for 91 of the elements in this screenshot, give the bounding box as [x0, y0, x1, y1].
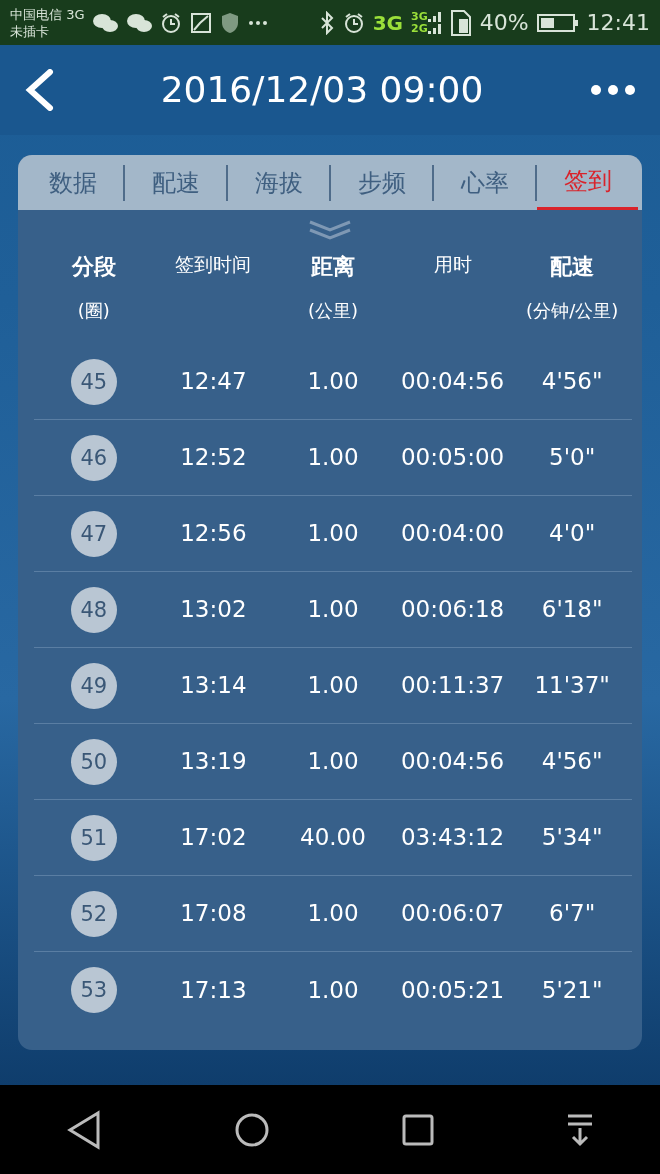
network-type-text: 3G: [411, 10, 428, 23]
back-icon: [24, 69, 54, 111]
table-cell: 17:13: [180, 976, 247, 1003]
signal-icon: [427, 9, 442, 36]
table-cell: 13:14: [180, 672, 247, 699]
lap-number: 46: [70, 434, 117, 481]
table-cell: 00:04:56: [400, 748, 505, 775]
column-header: 距离: [310, 253, 356, 281]
lap-number: 49: [70, 662, 117, 709]
alarm-icon: [160, 11, 183, 34]
table-cell: 40.00: [300, 824, 366, 851]
table-cell: 00:11:37: [400, 672, 505, 699]
lap-number: 53: [70, 967, 117, 1013]
image-icon: [190, 11, 213, 34]
table-cell: 1.00: [307, 520, 359, 547]
alarm-icon: [342, 11, 365, 34]
column-header: 分段: [70, 253, 117, 281]
square-icon: [402, 1113, 434, 1146]
network-type-text: 2G: [411, 22, 428, 35]
more-icon: [590, 83, 636, 97]
table-cell: 12:47: [180, 368, 247, 395]
recents-button[interactable]: [402, 1113, 434, 1146]
home-button[interactable]: [234, 1111, 270, 1148]
tab[interactable]: 海拔: [228, 155, 329, 210]
table-cell: 1.00: [307, 444, 359, 471]
triangle-icon: [66, 1109, 102, 1150]
table-cell: 5'21": [541, 976, 603, 1003]
table-cell: 5'34": [541, 824, 603, 851]
table-cell: 13:02: [180, 596, 247, 623]
lap-number: 48: [70, 586, 117, 633]
bluetooth-icon: [318, 10, 335, 35]
battery-icon: [536, 11, 579, 34]
tab[interactable]: 数据: [22, 155, 123, 210]
network-type-text: 3G: [372, 9, 403, 37]
table-cell: 12:52: [180, 444, 247, 471]
table-cell: 1.00: [307, 672, 359, 699]
table-cell: 6'18": [541, 596, 603, 623]
lap-number: 45: [70, 358, 117, 405]
table-cell: 4'56": [541, 368, 603, 395]
table-cell: 4'0": [549, 520, 596, 547]
tab[interactable]: 心率: [434, 155, 535, 210]
column-header: 配速: [549, 253, 596, 281]
table-cell: 00:05:21: [400, 976, 505, 1003]
table-cell: 00:04:00: [400, 520, 505, 547]
table-cell: 00:04:56: [400, 368, 505, 395]
table-cell: 1.00: [307, 368, 359, 395]
table-cell: 6'7": [549, 900, 596, 927]
chat-icon: [126, 11, 153, 34]
table-cell: 1.00: [307, 900, 359, 927]
tab[interactable]: 配速: [125, 155, 226, 210]
lap-number: 51: [70, 814, 117, 861]
circle-icon: [234, 1111, 270, 1148]
table-cell: 12:56: [180, 520, 247, 547]
sim-status-text: 未插卡: [10, 22, 50, 40]
sim-card-icon: [449, 8, 472, 37]
lap-number: 52: [70, 890, 117, 937]
table-cell: 00:05:00: [400, 444, 505, 471]
chat-icon: [92, 11, 119, 34]
table-cell: 4'56": [541, 748, 603, 775]
page-title: 2016/12/03 09:00: [160, 68, 484, 112]
more-notifications-icon: [248, 20, 269, 25]
battery-percent-text: 40%: [479, 9, 529, 37]
back-button[interactable]: [24, 69, 54, 111]
column-unit: (公里): [306, 299, 359, 323]
lap-number: 50: [70, 738, 117, 785]
column-unit: (分钟/公里): [525, 299, 620, 323]
lap-number: 47: [70, 510, 117, 557]
table-cell: 5'0": [549, 444, 596, 471]
more-button[interactable]: [590, 83, 636, 97]
table-cell: 00:06:18: [400, 596, 505, 623]
shield-icon: [220, 11, 241, 34]
table-cell: 1.00: [307, 976, 359, 1003]
table-cell: 11'37": [534, 672, 610, 699]
table-cell: 17:02: [180, 824, 247, 851]
column-header: 用时: [432, 252, 473, 277]
pull-down-icon: [566, 1112, 594, 1147]
table-cell: 17:08: [180, 900, 247, 927]
clock-text: 12:41: [586, 9, 650, 37]
carrier-text: 中国电信 3G: [10, 5, 85, 23]
back-nav-button[interactable]: [66, 1109, 102, 1150]
column-unit: (圈): [76, 299, 111, 323]
column-header: 签到时间: [174, 252, 253, 277]
table-cell: 13:19: [180, 748, 247, 775]
chevron-down-icon: [307, 218, 353, 242]
table-cell: 1.00: [307, 596, 359, 623]
tab[interactable]: 步频: [331, 155, 432, 210]
table-cell: 00:06:07: [400, 900, 505, 927]
tab[interactable]: 签到: [537, 155, 638, 210]
table-cell: 1.00: [307, 748, 359, 775]
table-cell: 03:43:12: [400, 824, 505, 851]
notification-pull-button[interactable]: [566, 1112, 594, 1147]
